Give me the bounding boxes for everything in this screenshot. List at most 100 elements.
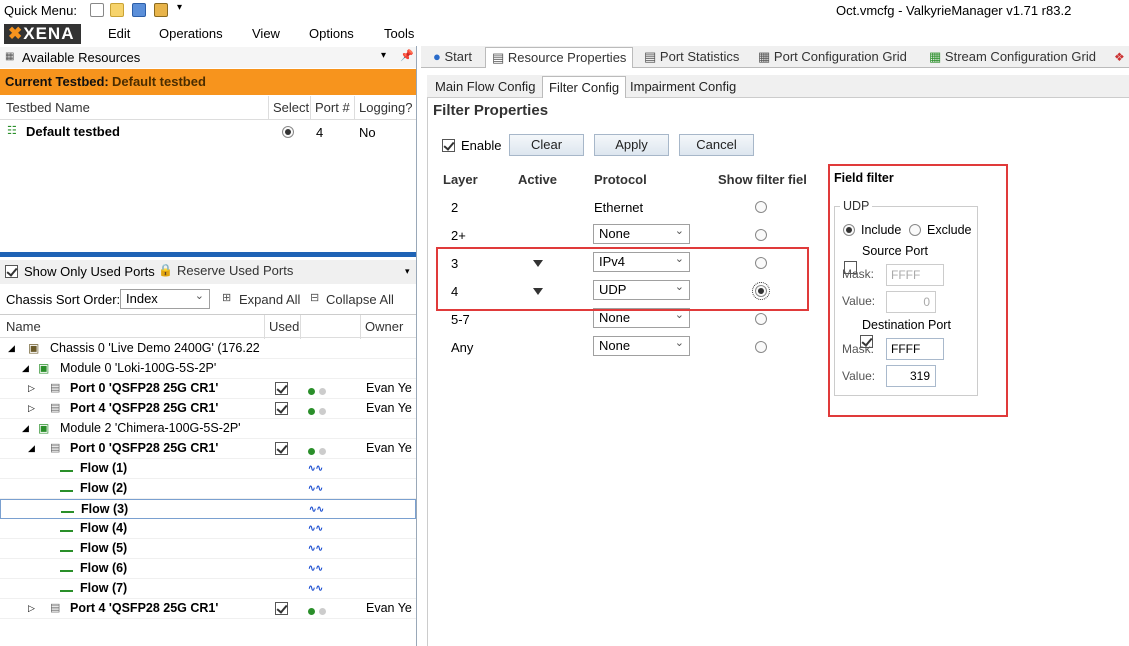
reserve-used-button[interactable]: Reserve Used Ports [177, 263, 293, 278]
flow-icon [60, 585, 73, 592]
new-icon[interactable] [90, 3, 104, 17]
subtab-impairment-config[interactable]: Impairment Config [624, 76, 742, 98]
destination-port-label[interactable]: Destination Port [862, 318, 951, 332]
used-checkbox[interactable] [275, 442, 288, 455]
expand-all-button[interactable]: Expand All [239, 292, 300, 307]
overflow-icon[interactable]: ▾ [405, 266, 410, 277]
panel-menu-icon[interactable]: ▾ [381, 50, 386, 61]
tree-row[interactable]: ◢ ▣ Module 0 'Loki-100G-5S-2P' [0, 359, 416, 379]
collapse-arrow-icon[interactable]: ◢ [22, 363, 29, 374]
panel-splitter[interactable] [0, 252, 416, 257]
tree-row[interactable]: ◢ ▣ Module 2 'Chimera-100G-5S-2P' [0, 419, 416, 439]
open-icon[interactable] [110, 3, 124, 17]
tab-resource-properties[interactable]: ▤ Resource Properties [485, 47, 634, 68]
tree-col-name[interactable]: Name [6, 319, 41, 334]
collapse-all-button[interactable]: Collapse All [326, 292, 394, 307]
protocol-select[interactable]: None [593, 306, 690, 328]
protocol-select[interactable]: None [593, 334, 690, 356]
udp-group-label: UDP [840, 199, 873, 213]
show-filter-field-radio[interactable] [755, 229, 767, 241]
show-only-used-checkbox[interactable] [5, 265, 18, 278]
used-checkbox[interactable] [275, 602, 288, 615]
tree-row[interactable]: Flow (7) ∿∿ [0, 579, 416, 599]
include-label[interactable]: Include [861, 223, 901, 237]
enable-label[interactable]: Enable [461, 138, 501, 153]
pin-icon[interactable]: 📌 [400, 49, 414, 62]
tree-row[interactable]: ▷ ▤ Port 0 'QSFP28 25G CR1' Evan Ye [0, 379, 416, 399]
col-testbed-name[interactable]: Testbed Name [6, 100, 90, 115]
clear-button[interactable]: Clear [509, 134, 584, 156]
menu-tools[interactable]: Tools [384, 26, 414, 41]
collapse-arrow-icon[interactable]: ◢ [22, 423, 29, 434]
owner-label: Evan Ye [366, 381, 412, 395]
save-icon[interactable] [132, 3, 146, 17]
col-sep [268, 96, 269, 120]
tree-row[interactable]: ◢ ▤ Port 0 'QSFP28 25G CR1' Evan Ye [0, 439, 416, 459]
collapse-icon: ⊟ [310, 292, 320, 304]
subtab-main-flow-config[interactable]: Main Flow Config [429, 76, 541, 98]
exclude-label[interactable]: Exclude [927, 223, 971, 237]
testbed-select-radio[interactable] [282, 126, 294, 138]
flow-wave-icon: ∿∿ [308, 463, 324, 473]
show-filter-field-radio[interactable] [755, 201, 767, 213]
tree-node-label: Flow (6) [80, 561, 128, 575]
include-radio[interactable] [843, 224, 855, 236]
subtab-filter-config[interactable]: Filter Config [542, 76, 627, 98]
col-port-count[interactable]: Port # [315, 100, 350, 115]
exclude-radio[interactable] [909, 224, 921, 236]
collapse-arrow-icon[interactable]: ◢ [8, 343, 15, 354]
src-value-input[interactable]: 0 [886, 291, 936, 313]
tree-node-label: Flow (7) [80, 581, 128, 595]
tree-col-used[interactable]: Used [269, 319, 299, 334]
sort-order-select[interactable]: Index [120, 287, 210, 309]
show-filter-field-radio[interactable] [755, 341, 767, 353]
flow-icon [60, 525, 73, 532]
tab-port-configuration-grid[interactable]: ▦ Port Configuration Grid [752, 47, 913, 68]
dst-mask-input[interactable]: FFFF [886, 338, 944, 360]
used-checkbox[interactable] [275, 382, 288, 395]
protocol-select[interactable]: None [593, 222, 690, 244]
menu-view[interactable]: View [252, 26, 280, 41]
tree-row[interactable]: ▷ ▤ Port 4 'QSFP28 25G CR1' Evan Ye [0, 399, 416, 419]
testbed-icon: ☷ [7, 125, 17, 137]
enable-checkbox[interactable] [442, 139, 455, 152]
cancel-button[interactable]: Cancel [679, 134, 754, 156]
dst-value-input[interactable]: 319 [886, 365, 936, 387]
menu-operations[interactable]: Operations [159, 26, 223, 41]
tree-row[interactable]: Flow (3) ∿∿ [0, 499, 416, 519]
show-only-used-label[interactable]: Show Only Used Ports [24, 264, 155, 279]
apply-button[interactable]: Apply [594, 134, 669, 156]
col-select[interactable]: Select [273, 100, 309, 115]
tree-row[interactable]: Flow (6) ∿∿ [0, 559, 416, 579]
src-mask-input[interactable]: FFFF [886, 264, 944, 286]
port-status [308, 404, 330, 418]
more-tabs-icon[interactable]: ❖ [1114, 50, 1125, 64]
expand-arrow-icon[interactable]: ◢ [28, 443, 35, 454]
testbed-row[interactable]: ☷ Default testbed 4 No [0, 121, 416, 143]
tree-row[interactable]: Flow (4) ∿∿ [0, 519, 416, 539]
dropdown-icon[interactable]: ▾ [177, 2, 182, 13]
col-logging[interactable]: Logging? [359, 100, 413, 115]
expand-arrow-icon[interactable]: ▷ [28, 383, 35, 394]
tree-node-label: Chassis 0 'Live Demo 2400G' (176.22 [50, 341, 260, 355]
menu-options[interactable]: Options [309, 26, 354, 41]
tree-row[interactable]: Flow (2) ∿∿ [0, 479, 416, 499]
tree-row[interactable]: Flow (5) ∿∿ [0, 539, 416, 559]
export-icon[interactable] [154, 3, 168, 17]
tab-start[interactable]: ● Start [427, 47, 478, 68]
tree-col-owner[interactable]: Owner [365, 319, 403, 334]
tree-node-label: Port 4 'QSFP28 25G CR1' [70, 401, 219, 415]
tab-port-statistics[interactable]: ▤ Port Statistics [638, 47, 745, 68]
tree-row[interactable]: ◢ ▣ Chassis 0 'Live Demo 2400G' (176.22 [0, 339, 416, 359]
source-port-label[interactable]: Source Port [862, 244, 928, 258]
expand-arrow-icon[interactable]: ▷ [28, 603, 35, 614]
expand-arrow-icon[interactable]: ▷ [28, 403, 35, 414]
menu-edit[interactable]: Edit [108, 26, 130, 41]
tree-row[interactable]: ▷ ▤ Port 4 'QSFP28 25G CR1' Evan Ye [0, 599, 416, 619]
grid-icon: ▦ [758, 49, 771, 64]
show-filter-field-radio[interactable] [755, 313, 767, 325]
tab-stream-configuration-grid[interactable]: ▦ Stream Configuration Grid [923, 47, 1102, 68]
tree-row[interactable]: Flow (1) ∿∿ [0, 459, 416, 479]
used-checkbox[interactable] [275, 402, 288, 415]
tab-label: Port Statistics [659, 49, 740, 64]
